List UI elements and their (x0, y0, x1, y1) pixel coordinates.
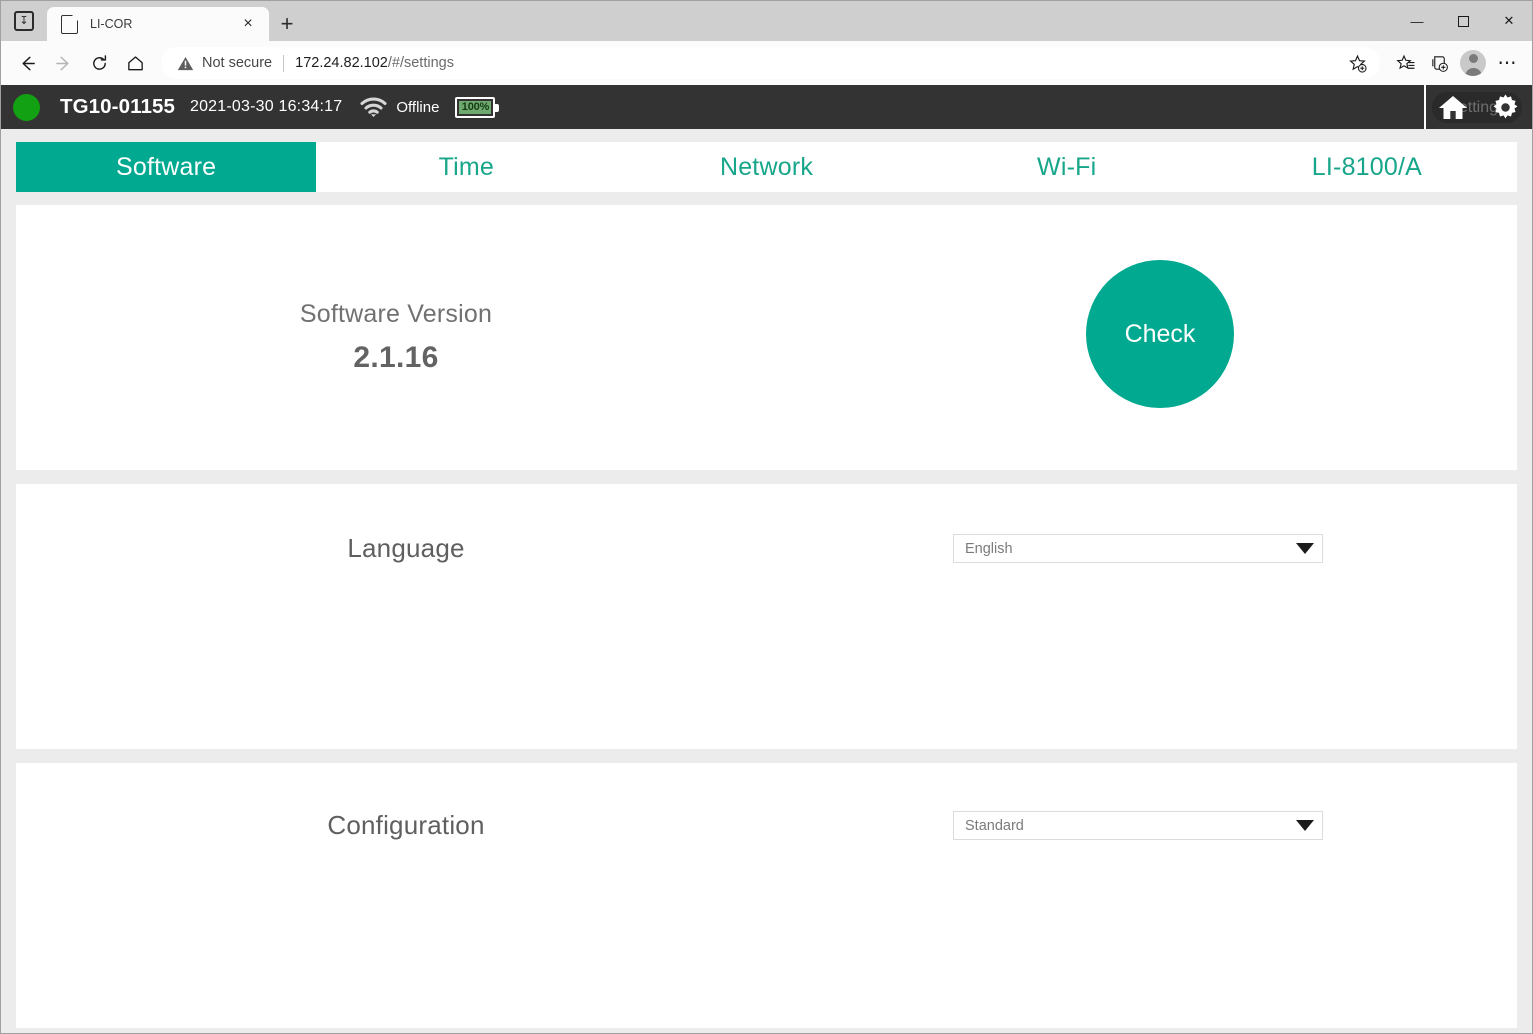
software-version-card: Software Version 2.1.16 Check (16, 205, 1517, 470)
software-version-value: 2.1.16 (16, 341, 776, 375)
tab-search-icon: ↧ (14, 11, 34, 31)
maximize-icon[interactable] (1440, 1, 1486, 41)
browser-toolbar: Not secure 172.24.82.102/#/settings ⋯ (1, 41, 1532, 85)
forward-arrow-icon[interactable] (45, 47, 81, 79)
green-status-dot (13, 94, 40, 121)
configuration-selected-value: Standard (965, 818, 1296, 834)
url-text: 172.24.82.102/#/settings (295, 55, 1340, 71)
configuration-card: Configuration Standard (16, 763, 1517, 1028)
browser-tab-title: LI-COR (90, 17, 235, 31)
gear-icon[interactable] (1479, 85, 1532, 129)
window-controls: — ✕ (1394, 1, 1532, 41)
security-status-label: Not secure (202, 55, 272, 71)
check-update-button[interactable]: Check (1086, 260, 1234, 408)
configuration-select[interactable]: Standard (953, 811, 1323, 840)
browser-tab[interactable]: LI-COR × (47, 7, 269, 41)
address-bar[interactable]: Not secure 172.24.82.102/#/settings (161, 47, 1380, 79)
settings-cards: Software Version 2.1.16 Check Language E… (16, 205, 1517, 1033)
tab-time[interactable]: Time (316, 142, 616, 192)
battery-level-label: 100% (459, 101, 491, 114)
language-card: Language English (16, 484, 1517, 749)
chevron-down-icon (1296, 820, 1314, 831)
home-icon[interactable] (1426, 85, 1479, 129)
tab-search-button[interactable]: ↧ (1, 1, 47, 41)
new-tab-button[interactable]: + (269, 7, 305, 41)
home-icon[interactable] (117, 47, 153, 79)
browser-window: ↧ LI-COR × + — ✕ (0, 0, 1533, 1034)
refresh-icon[interactable] (81, 47, 117, 79)
chevron-down-icon (1296, 543, 1314, 554)
device-status-bar: TG10-01155 2021-03-30 16:34:17 Offline 1… (1, 85, 1532, 129)
wifi-status-label: Offline (396, 99, 439, 116)
device-bar-actions: Settings (1424, 85, 1532, 129)
browser-titlebar: ↧ LI-COR × + — ✕ (1, 1, 1532, 41)
software-version-block: Software Version 2.1.16 (16, 300, 776, 375)
tab-wifi[interactable]: Wi-Fi (917, 142, 1217, 192)
omnibox-divider (283, 55, 284, 72)
settings-tab-bar: Software Time Network Wi-Fi LI-8100/A (16, 142, 1517, 192)
window-close-icon[interactable]: ✕ (1486, 1, 1532, 41)
profile-avatar[interactable] (1456, 47, 1490, 79)
minimize-icon[interactable]: — (1394, 1, 1440, 41)
page-icon (61, 15, 78, 34)
configuration-label: Configuration (16, 810, 796, 841)
battery-indicator: 100% (455, 97, 495, 118)
avatar (1460, 50, 1486, 76)
more-options-icon[interactable]: ⋯ (1490, 47, 1524, 79)
wifi-icon (359, 96, 387, 118)
software-version-label: Software Version (16, 300, 776, 329)
language-label: Language (16, 533, 796, 564)
device-id-label: TG10-01155 (60, 95, 175, 119)
back-arrow-icon[interactable] (9, 47, 45, 79)
web-page-content: TG10-01155 2021-03-30 16:34:17 Offline 1… (1, 85, 1532, 1033)
tab-network[interactable]: Network (616, 142, 916, 192)
add-favorite-icon[interactable] (1340, 47, 1374, 79)
omnibox-actions (1340, 47, 1374, 79)
language-select[interactable]: English (953, 534, 1323, 563)
language-selected-value: English (965, 541, 1296, 557)
url-path: /#/settings (388, 55, 454, 71)
close-icon[interactable]: × (235, 11, 261, 37)
collections-icon[interactable] (1422, 47, 1456, 79)
warning-triangle-icon (177, 56, 194, 71)
favorites-icon[interactable] (1388, 47, 1422, 79)
device-datetime-label: 2021-03-30 16:34:17 (190, 98, 342, 116)
tab-li8100a[interactable]: LI-8100/A (1217, 142, 1517, 192)
url-host: 172.24.82.102 (295, 55, 388, 71)
tab-software[interactable]: Software (16, 142, 316, 192)
